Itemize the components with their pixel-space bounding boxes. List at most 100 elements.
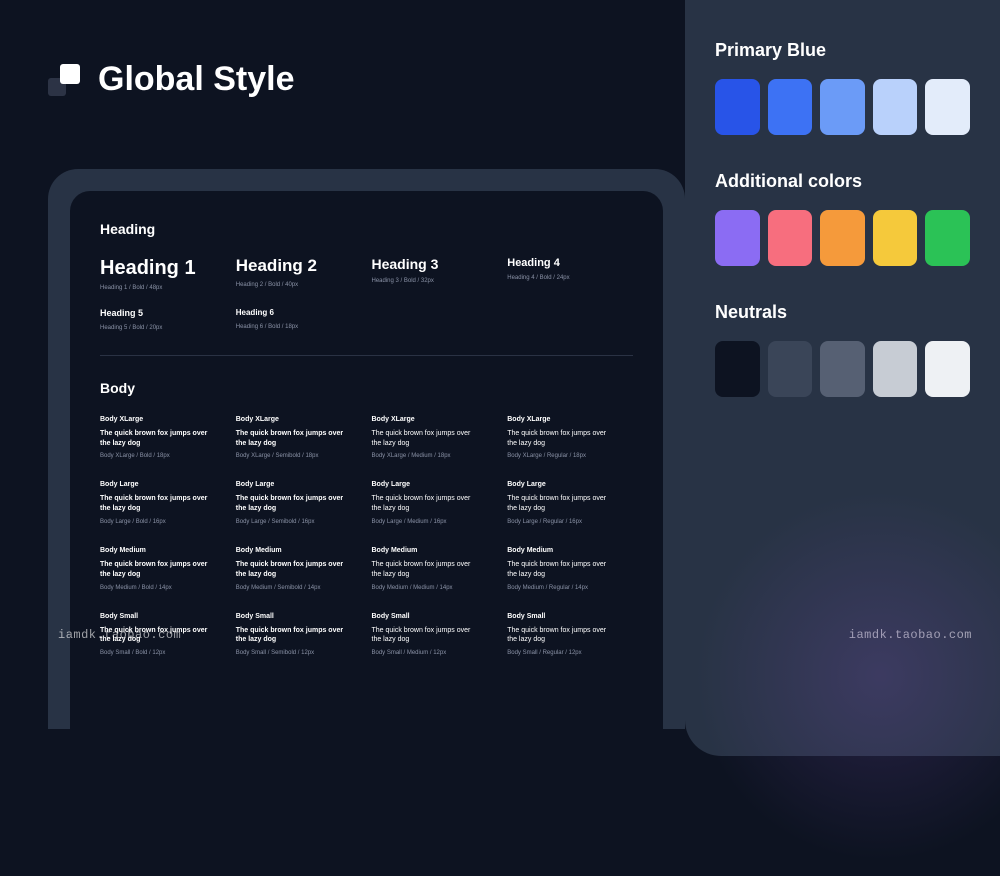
body-sample: The quick brown fox jumps over the lazy … bbox=[100, 429, 210, 449]
body-sample: The quick brown fox jumps over the lazy … bbox=[372, 560, 482, 580]
color-swatch bbox=[925, 341, 970, 397]
color-swatch bbox=[715, 79, 760, 135]
heading-sample: Heading 2 bbox=[236, 257, 362, 276]
body-label: Body Medium bbox=[100, 547, 226, 554]
heading-sample: Heading 4 bbox=[507, 257, 633, 269]
body-spec-text: Body Small / Medium / 12px bbox=[372, 650, 498, 656]
body-sample: The quick brown fox jumps over the lazy … bbox=[507, 429, 617, 449]
heading-spec-text: Heading 5 / Bold / 20px bbox=[100, 325, 226, 331]
color-sidebar: Primary Blue Additional colors Neutrals bbox=[685, 0, 1000, 756]
body-label: Body Large bbox=[100, 481, 226, 488]
body-sample: The quick brown fox jumps over the lazy … bbox=[507, 494, 617, 514]
body-sample: The quick brown fox jumps over the lazy … bbox=[372, 626, 482, 646]
color-swatch bbox=[820, 79, 865, 135]
heading-spec: Heading 4 Heading 4 / Bold / 24px bbox=[507, 257, 633, 291]
color-section-title: Additional colors bbox=[715, 171, 970, 192]
color-swatch bbox=[873, 210, 918, 266]
body-sample: The quick brown fox jumps over the lazy … bbox=[100, 560, 210, 580]
body-label: Body Medium bbox=[236, 547, 362, 554]
body-label: Body XLarge bbox=[236, 416, 362, 423]
body-spec: Body XLarge The quick brown fox jumps ove… bbox=[100, 416, 226, 460]
body-spec-text: Body Large / Regular / 16px bbox=[507, 519, 633, 525]
watermark-right: iamdk.taobao.com bbox=[849, 628, 972, 642]
body-section-label: Body bbox=[100, 380, 633, 396]
heading-sample: Heading 6 bbox=[236, 309, 362, 318]
body-spec: Body SmallThe quick brown fox jumps over… bbox=[372, 613, 498, 657]
body-sample: The quick brown fox jumps over the lazy … bbox=[236, 494, 346, 514]
body-spec-text: Body Medium / Bold / 14px bbox=[100, 585, 226, 591]
color-section: Additional colors bbox=[715, 171, 970, 266]
logo-icon bbox=[48, 64, 80, 96]
body-sample: The quick brown fox jumps over the lazy … bbox=[100, 494, 210, 514]
body-label: Body Small bbox=[236, 613, 362, 620]
color-section-title: Primary Blue bbox=[715, 40, 970, 61]
page-root: Global Style Heading Heading 1Heading 1 … bbox=[0, 0, 1000, 756]
body-label: Body Large bbox=[236, 481, 362, 488]
body-spec-text: Body XLarge / Semibold / 18px bbox=[236, 453, 362, 459]
body-spec-text: Body XLarge / Medium / 18px bbox=[372, 453, 498, 459]
body-sample: The quick brown fox jumps over the lazy … bbox=[507, 626, 617, 646]
body-spec-text: Body Large / Bold / 16px bbox=[100, 519, 226, 525]
body-label: Body Medium bbox=[507, 547, 633, 554]
page-title: Global Style bbox=[98, 60, 295, 99]
body-grid: Body XLarge The quick brown fox jumps ove… bbox=[100, 416, 633, 656]
color-section: Neutrals bbox=[715, 302, 970, 397]
body-spec-text: Body Medium / Regular / 14px bbox=[507, 585, 633, 591]
body-sample: The quick brown fox jumps over the lazy … bbox=[507, 560, 617, 580]
body-spec: Body Medium The quick brown fox jumps ove… bbox=[372, 547, 498, 591]
body-sample: The quick brown fox jumps over the lazy … bbox=[372, 429, 482, 449]
body-spec-text: Body Medium / Semibold / 14px bbox=[236, 585, 362, 591]
body-spec-text: Body XLarge / Regular / 18px bbox=[507, 453, 633, 459]
body-label: Body Large bbox=[507, 481, 633, 488]
typography-panel: Heading Heading 1Heading 1 / Bold / 48px… bbox=[48, 169, 685, 729]
color-swatch bbox=[768, 79, 813, 135]
body-sample: The quick brown fox jumps over the lazy … bbox=[236, 560, 346, 580]
color-swatch bbox=[820, 210, 865, 266]
heading-spec-text: Heading 6 / Bold / 18px bbox=[236, 324, 362, 330]
body-spec: Body XLarge The quick brown fox jumps ove… bbox=[236, 416, 362, 460]
body-spec-text: Body Large / Semibold / 16px bbox=[236, 519, 362, 525]
body-sample: The quick brown fox jumps over the lazy … bbox=[236, 429, 346, 449]
body-spec: Body XLarge The quick brown fox jumps ove… bbox=[507, 416, 633, 460]
color-swatch bbox=[925, 210, 970, 266]
body-spec: Body Large The quick brown fox jumps over… bbox=[100, 481, 226, 525]
color-swatch bbox=[873, 341, 918, 397]
body-spec: Body SmallThe quick brown fox jumps over… bbox=[507, 613, 633, 657]
body-spec-text: Body Small / Bold / 12px bbox=[100, 650, 226, 656]
body-spec: Body Medium The quick brown fox jumps ove… bbox=[507, 547, 633, 591]
body-spec: Body Medium The quick brown fox jumps ove… bbox=[100, 547, 226, 591]
body-label: Body XLarge bbox=[507, 416, 633, 423]
heading-spec-text: Heading 3 / Bold / 32px bbox=[372, 278, 498, 284]
left-column: Global Style Heading Heading 1Heading 1 … bbox=[0, 0, 685, 756]
body-spec-text: Body XLarge / Bold / 18px bbox=[100, 453, 226, 459]
heading-grid: Heading 1Heading 1 / Bold / 48pxHeading … bbox=[100, 257, 633, 331]
color-swatch bbox=[873, 79, 918, 135]
body-spec-text: Body Small / Semibold / 12px bbox=[236, 650, 362, 656]
body-spec: Body XLarge The quick brown fox jumps ove… bbox=[372, 416, 498, 460]
heading-section-label: Heading bbox=[100, 221, 633, 237]
heading-sample: Heading 3 bbox=[372, 257, 498, 272]
heading-sample: Heading 5 bbox=[100, 309, 226, 319]
body-label: Body XLarge bbox=[100, 416, 226, 423]
color-swatch bbox=[925, 79, 970, 135]
color-section: Primary Blue bbox=[715, 40, 970, 135]
body-spec: Body Large The quick brown fox jumps over… bbox=[507, 481, 633, 525]
heading-spec: Heading 3 Heading 3 / Bold / 32px bbox=[372, 257, 498, 291]
body-label: Body Small bbox=[100, 613, 226, 620]
body-spec-text: Body Medium / Medium / 14px bbox=[372, 585, 498, 591]
body-spec-text: Body Small / Regular / 12px bbox=[507, 650, 633, 656]
swatch-row bbox=[715, 341, 970, 397]
heading-spec: Heading 2Heading 2 / Bold / 40px bbox=[236, 257, 362, 291]
body-label: Body Medium bbox=[372, 547, 498, 554]
heading-spec-text: Heading 4 / Bold / 24px bbox=[507, 275, 633, 281]
color-section-title: Neutrals bbox=[715, 302, 970, 323]
heading-sample: Heading 1 bbox=[100, 257, 226, 279]
watermark-left: iamdk.taobao.com bbox=[58, 628, 181, 642]
heading-spec: Heading 5 Heading 5 / Bold / 20px bbox=[100, 309, 226, 331]
heading-spec: Heading 1Heading 1 / Bold / 48px bbox=[100, 257, 226, 291]
color-swatch bbox=[715, 341, 760, 397]
body-spec: Body Large The quick brown fox jumps over… bbox=[236, 481, 362, 525]
color-swatch bbox=[820, 341, 865, 397]
color-swatch bbox=[715, 210, 760, 266]
body-label: Body XLarge bbox=[372, 416, 498, 423]
